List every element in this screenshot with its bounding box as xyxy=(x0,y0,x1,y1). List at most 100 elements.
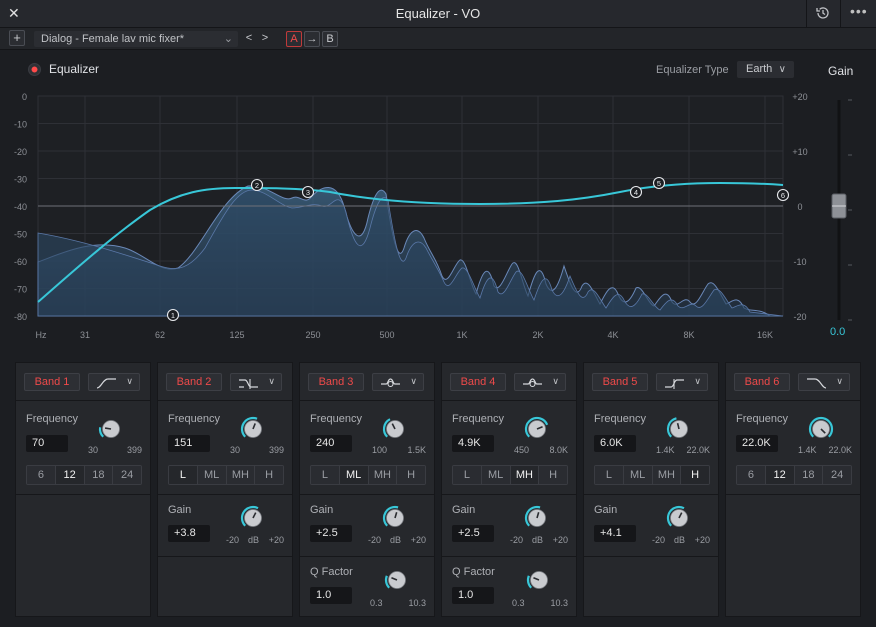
chevron-down-icon: ∨ xyxy=(410,376,417,386)
frequency-knob[interactable] xyxy=(666,416,692,442)
compare-a-button[interactable]: A xyxy=(286,31,302,47)
band-2-toggle-button[interactable]: Band 2 xyxy=(166,373,222,391)
filter-shape-dropdown[interactable]: ∨ xyxy=(514,373,566,391)
q-factor-value[interactable]: 1.0 xyxy=(310,587,352,604)
band-3-toggle-button[interactable]: Band 3 xyxy=(308,373,364,391)
mode-option[interactable]: L xyxy=(595,466,624,484)
band-node-3[interactable]: 3 xyxy=(301,185,315,199)
frequency-value[interactable]: 151 xyxy=(168,435,210,452)
mode-option[interactable]: L xyxy=(311,466,340,484)
bands-panel: Band 1 ∨ Frequency 70 30 399 6 12 18 24 Band 2 ∨ Fre… xyxy=(15,362,861,617)
mode-option[interactable]: L xyxy=(453,466,482,484)
frequency-tick-label: 8K xyxy=(683,330,694,340)
band-node-6[interactable]: 6 xyxy=(776,188,790,202)
gain-knob[interactable] xyxy=(666,505,692,531)
filter-shape-dropdown[interactable]: ∨ xyxy=(88,373,140,391)
eq-graph-canvas[interactable]: 0-10-20-30-40-50-60-70-80 +20+100-10-20 … xyxy=(0,88,820,350)
mode-option[interactable]: H xyxy=(681,466,709,484)
power-led-icon[interactable] xyxy=(28,62,41,76)
gain-value[interactable]: +3.8 xyxy=(168,525,210,542)
equalizer-type-dropdown[interactable]: Earth ∨ xyxy=(737,61,794,78)
gain-value[interactable]: +2.5 xyxy=(452,525,494,542)
q-factor-value[interactable]: 1.0 xyxy=(452,587,494,604)
frequency-tick-label: 2K xyxy=(532,330,543,340)
frequency-value[interactable]: 4.9K xyxy=(452,435,494,452)
band-node-2[interactable]: 2 xyxy=(250,178,264,192)
slope-option[interactable]: 6 xyxy=(737,466,766,484)
y-tick-label: -20 xyxy=(14,147,27,157)
mode-option[interactable]: ML xyxy=(623,466,653,484)
mode-option[interactable]: ML xyxy=(339,466,369,484)
slope-option[interactable]: 6 xyxy=(27,466,56,484)
band-node-4[interactable]: 4 xyxy=(629,185,643,199)
chevron-down-icon: ∨ xyxy=(778,64,786,75)
plus-icon[interactable]: + xyxy=(9,30,25,46)
gain-value[interactable]: +2.5 xyxy=(310,525,352,542)
q-factor-knob[interactable] xyxy=(526,567,552,593)
frequency-knob[interactable] xyxy=(98,416,124,442)
frequency-value[interactable]: 22.0K xyxy=(736,435,778,452)
gain-fader[interactable] xyxy=(822,92,872,342)
y-tick-label: -50 xyxy=(14,230,27,240)
filter-shape-dropdown[interactable]: ∨ xyxy=(798,373,850,391)
gain-knob[interactable] xyxy=(240,505,266,531)
filter-shape-dropdown[interactable]: ∨ xyxy=(372,373,424,391)
gain-min-label: -20 xyxy=(510,535,524,545)
history-icon[interactable] xyxy=(815,5,831,21)
mode-option[interactable]: ML xyxy=(197,466,227,484)
q-min-label: 0.3 xyxy=(370,598,383,608)
band-node-5[interactable]: 5 xyxy=(652,176,666,190)
frequency-knob[interactable] xyxy=(240,416,266,442)
y-tick-label: -60 xyxy=(14,257,27,267)
filter-shape-dropdown[interactable]: ∨ xyxy=(230,373,282,391)
frequency-knob[interactable] xyxy=(808,416,834,442)
gain-section: Gain +2.5 -20 dB +20 xyxy=(442,495,576,557)
filter-shape-dropdown[interactable]: ∨ xyxy=(656,373,708,391)
frequency-section: Frequency 151 30 399 L ML MH H xyxy=(158,401,292,495)
frequency-section: Frequency 22.0K 1.4K 22.0K 6 12 18 24 xyxy=(726,401,860,495)
gain-knob[interactable] xyxy=(524,505,550,531)
slope-option[interactable]: 12 xyxy=(765,466,795,484)
frequency-value[interactable]: 6.0K xyxy=(594,435,636,452)
frequency-value[interactable]: 70 xyxy=(26,435,68,452)
gain-label: Gain xyxy=(168,504,192,516)
low-pass-icon xyxy=(807,378,827,389)
band-node-1[interactable]: 1 xyxy=(166,308,180,322)
mode-option[interactable]: MH xyxy=(652,466,682,484)
frequency-knob[interactable] xyxy=(382,416,408,442)
y-tick-label: -40 xyxy=(14,202,27,212)
slope-option[interactable]: 12 xyxy=(55,466,85,484)
preset-dropdown[interactable]: Dialog - Female lav mic fixer* ⌄ xyxy=(34,31,238,47)
more-icon[interactable]: ••• xyxy=(850,3,868,19)
previous-preset-button[interactable]: < xyxy=(242,31,256,47)
slope-option[interactable]: 18 xyxy=(84,466,114,484)
band-5-toggle-button[interactable]: Band 5 xyxy=(592,373,648,391)
compare-b-button[interactable]: B xyxy=(322,31,338,47)
frequency-label: Frequency xyxy=(26,413,78,425)
frequency-section: Frequency 6.0K 1.4K 22.0K L ML MH H xyxy=(584,401,718,495)
gain-knob[interactable] xyxy=(382,505,408,531)
mode-option[interactable]: H xyxy=(255,466,283,484)
y-tick-label: -10 xyxy=(14,120,27,130)
gain-value[interactable]: +4.1 xyxy=(594,525,636,542)
next-preset-button[interactable]: > xyxy=(258,31,272,47)
mode-option[interactable]: ML xyxy=(481,466,511,484)
band-1-toggle-button[interactable]: Band 1 xyxy=(24,373,80,391)
slope-option[interactable]: 24 xyxy=(823,466,851,484)
mode-option[interactable]: H xyxy=(539,466,567,484)
slope-option[interactable]: 24 xyxy=(113,466,141,484)
equalizer-toggle[interactable]: Equalizer xyxy=(28,62,99,76)
frequency-knob[interactable] xyxy=(524,416,550,442)
q-factor-knob[interactable] xyxy=(384,567,410,593)
band-4-toggle-button[interactable]: Band 4 xyxy=(450,373,506,391)
mode-option[interactable]: MH xyxy=(510,466,540,484)
mode-option[interactable]: L xyxy=(169,466,198,484)
frequency-value[interactable]: 240 xyxy=(310,435,352,452)
mode-option[interactable]: MH xyxy=(368,466,398,484)
mode-option[interactable]: H xyxy=(397,466,425,484)
mode-option[interactable]: MH xyxy=(226,466,256,484)
copy-a-to-b-button[interactable]: → xyxy=(304,31,320,47)
slope-option[interactable]: 18 xyxy=(794,466,824,484)
band-6-toggle-button[interactable]: Band 6 xyxy=(734,373,790,391)
eq-graph[interactable]: 0 -10 -20 -30 -40 -50 -60 -70 -80 +20 +10 0 -10 -20 … xyxy=(0,88,820,350)
